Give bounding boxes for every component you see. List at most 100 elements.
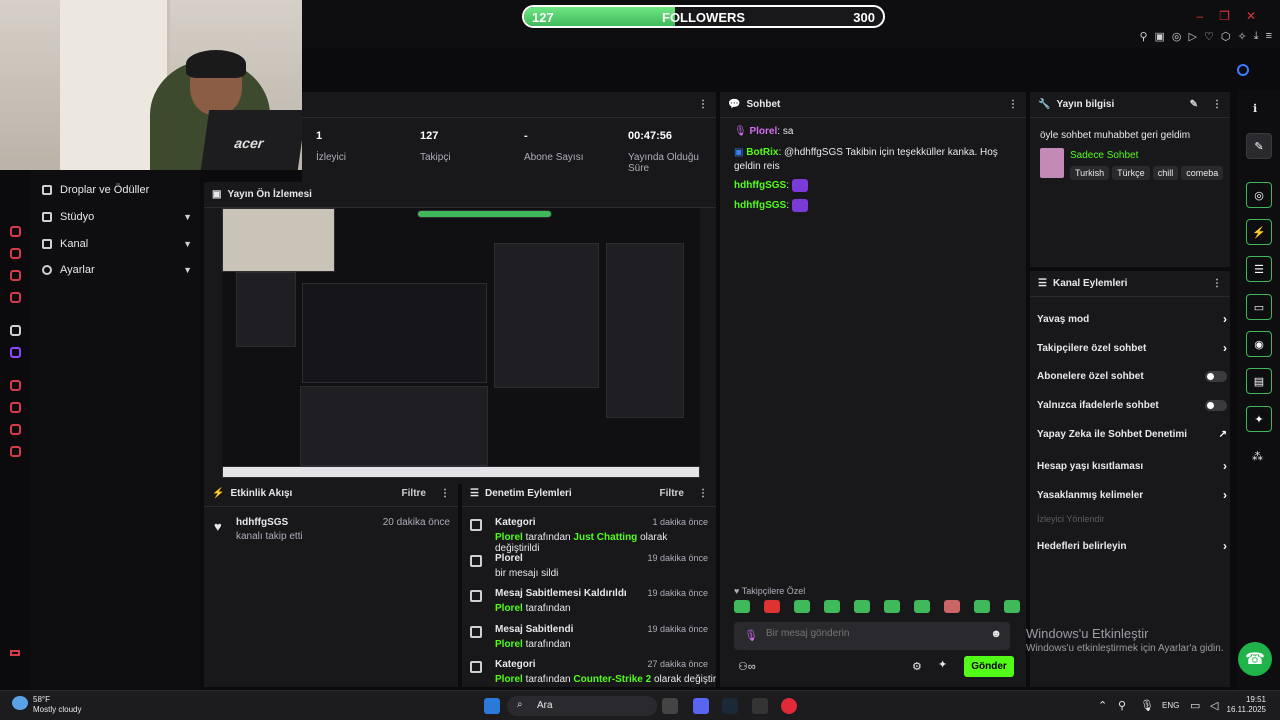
broadcast-icon[interactable]: ◉ xyxy=(1246,331,1272,357)
cube-icon[interactable]: ⬡ xyxy=(1221,30,1231,43)
more-icon[interactable]: ⋮ xyxy=(440,488,450,499)
action-subscribers-only[interactable]: Abonelere özel sohbet xyxy=(1037,371,1227,382)
maximize-icon[interactable]: ❐ xyxy=(1219,9,1230,23)
chevron-up-icon[interactable]: ⌃ xyxy=(1098,699,1107,712)
tag[interactable]: comeba xyxy=(1181,166,1224,180)
clock[interactable]: 19:51 16.11.2025 xyxy=(1226,695,1266,715)
task-view-icon[interactable] xyxy=(662,698,678,714)
pencil-icon[interactable]: ✎ xyxy=(1246,133,1272,159)
info-icon[interactable]: ℹ xyxy=(1253,102,1257,115)
extensions-icon[interactable]: ✧ xyxy=(1237,30,1246,43)
preview-actions xyxy=(606,243,684,418)
menu-icon[interactable]: ≡ xyxy=(1266,30,1272,43)
rail-icon[interactable] xyxy=(10,325,21,336)
opera-icon[interactable] xyxy=(781,698,797,714)
network-icon[interactable]: ⚲ xyxy=(1118,699,1126,712)
more-icon[interactable]: ⋮ xyxy=(698,488,708,499)
search-icon: ⌕ xyxy=(517,699,523,710)
more-icon[interactable]: ⋮ xyxy=(1212,99,1222,110)
twitch-icon[interactable] xyxy=(10,347,21,358)
emote[interactable] xyxy=(734,600,750,613)
emote[interactable] xyxy=(914,600,930,613)
rail-icon[interactable] xyxy=(10,226,21,237)
rail-icon[interactable] xyxy=(10,446,21,457)
play-icon[interactable]: ▷ xyxy=(1189,30,1197,43)
support-icon[interactable]: ☎ xyxy=(1238,642,1272,676)
action-emotes-only[interactable]: Yalnızca ifadelerle sohbet xyxy=(1037,400,1227,411)
emote[interactable] xyxy=(944,600,960,613)
download-icon[interactable]: ⤓ xyxy=(1254,30,1259,43)
target-icon[interactable]: ◎ xyxy=(1246,182,1272,208)
sidebar-item-drops[interactable]: Droplar ve Ödüller xyxy=(42,184,192,196)
subscribers-only-toggle[interactable] xyxy=(1205,371,1227,382)
action-ai-moderation[interactable]: Yapay Zeka ile Sohbet Denetimi ↗ xyxy=(1037,429,1227,440)
action-set-goals[interactable]: Hedefleri belirleyin › xyxy=(1037,539,1227,553)
list-icon[interactable]: ☰ xyxy=(1246,256,1272,282)
emote[interactable] xyxy=(884,600,900,613)
send-button[interactable]: Gönder xyxy=(964,656,1014,677)
steam-icon[interactable] xyxy=(722,698,738,714)
more-icon[interactable]: ⋮ xyxy=(1008,99,1018,110)
bolt-icon[interactable]: ⚡ xyxy=(1246,219,1272,245)
rail-icon[interactable] xyxy=(10,248,21,259)
stream-title: öyle sohbet muhabbet geri geldim xyxy=(1040,130,1191,141)
sidebar-item-studio[interactable]: Stüdyo ▼ xyxy=(42,211,192,223)
action-account-age[interactable]: Hesap yaşı kısıtlaması › xyxy=(1037,459,1227,473)
rail-icon[interactable] xyxy=(10,292,21,303)
points-icon[interactable]: ⚇∞ xyxy=(738,660,756,673)
camera-icon[interactable]: ◎ xyxy=(1172,30,1182,43)
sidebar-item-settings[interactable]: Ayarlar ▼ xyxy=(42,264,192,276)
chat-input[interactable] xyxy=(766,628,976,639)
volume-icon[interactable]: ◁ xyxy=(1210,699,1218,712)
emote[interactable] xyxy=(974,600,990,613)
rail-icon[interactable] xyxy=(10,424,21,435)
rail-icon[interactable] xyxy=(10,380,21,391)
add-widget-icon[interactable]: ⁂ xyxy=(1252,450,1263,463)
action-slow-mode[interactable]: Yavaş mod › xyxy=(1037,312,1227,326)
preview-webcam xyxy=(222,208,335,272)
chat-icon[interactable]: ▭ xyxy=(1246,294,1272,320)
emote[interactable] xyxy=(794,600,810,613)
wrench-icon[interactable]: ✦ xyxy=(1246,406,1272,432)
tag[interactable]: chill xyxy=(1152,166,1179,180)
emotes-only-toggle[interactable] xyxy=(1205,400,1227,411)
heart-icon[interactable]: ♡ xyxy=(1204,30,1214,43)
action-banned-words[interactable]: Yasaklanmış kelimeler › xyxy=(1037,488,1227,502)
tag[interactable]: Türkçe xyxy=(1112,166,1150,180)
emote[interactable] xyxy=(764,600,780,613)
more-icon[interactable]: ⋮ xyxy=(698,99,708,110)
mic-icon[interactable]: 🎙 xyxy=(1140,699,1154,712)
emote[interactable] xyxy=(1004,600,1020,613)
screenshot-icon[interactable]: ▣ xyxy=(1155,30,1165,43)
start-icon[interactable] xyxy=(484,698,500,714)
close-icon[interactable]: ✕ xyxy=(1246,9,1256,23)
panel-icon[interactable]: ▤ xyxy=(1246,368,1272,394)
minimize-icon[interactable]: – xyxy=(1196,9,1203,23)
discord-icon[interactable] xyxy=(693,698,709,714)
taskbar-search[interactable]: ⌕ Ara xyxy=(507,696,657,716)
gear-icon[interactable]: ⚙ xyxy=(912,660,922,673)
action-followers-only[interactable]: Takipçilere özel sohbet › xyxy=(1037,341,1227,355)
puzzle-icon[interactable]: ✦ xyxy=(938,658,947,671)
app-icon[interactable] xyxy=(752,698,768,714)
rail-icon[interactable] xyxy=(10,402,21,413)
modlog-filter-button[interactable]: Filtre xyxy=(660,488,684,499)
chat-message: hdhffgSGS: xyxy=(734,179,808,193)
more-icon[interactable]: ⋮ xyxy=(1212,278,1222,289)
activity-item: ♥ hdhffgSGS kanalı takip etti 20 dakika … xyxy=(214,517,450,542)
tag[interactable]: Turkish xyxy=(1070,166,1110,180)
language-indicator[interactable]: ENG xyxy=(1162,701,1179,710)
emoji-icon[interactable]: ☻ xyxy=(990,628,1002,640)
chat-input-box[interactable]: 🎙 ☻ xyxy=(734,622,1010,650)
rail-icon[interactable] xyxy=(10,270,21,281)
monitor-icon[interactable]: ▭ xyxy=(1190,699,1200,712)
mic-icon[interactable]: 🎙 xyxy=(744,629,758,642)
rail-icon[interactable] xyxy=(10,650,20,656)
weather-widget[interactable]: 58°F Mostly cloudy xyxy=(33,695,81,715)
emote[interactable] xyxy=(854,600,870,613)
pin-icon[interactable]: ⚲ xyxy=(1139,30,1147,43)
emote[interactable] xyxy=(824,600,840,613)
sidebar-item-channel[interactable]: Kanal ▼ xyxy=(42,238,192,250)
edit-icon[interactable]: ✎ xyxy=(1190,99,1198,110)
activity-filter-button[interactable]: Filtre xyxy=(402,488,426,499)
